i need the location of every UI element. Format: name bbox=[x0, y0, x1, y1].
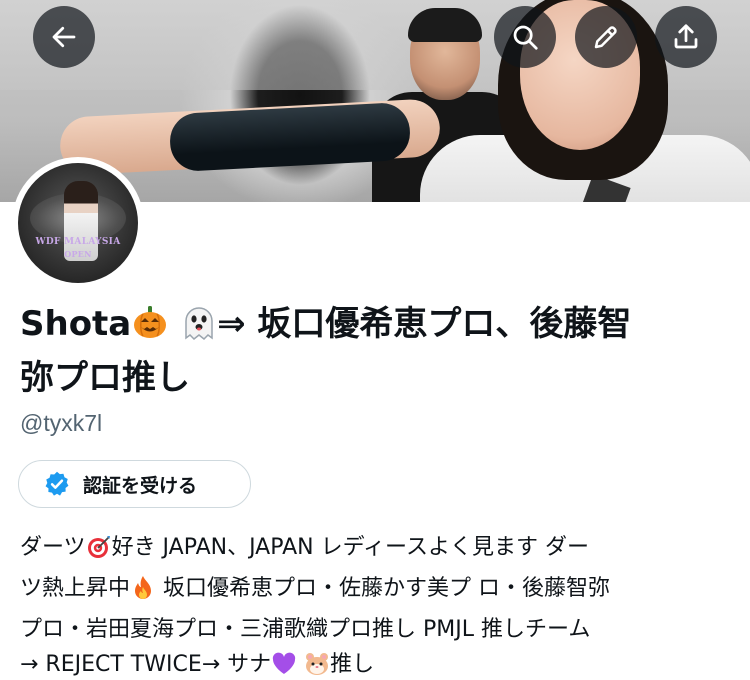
get-verified-button[interactable]: 認証を受ける bbox=[18, 460, 251, 508]
get-verified-label: 認証を受ける bbox=[83, 474, 198, 497]
verified-badge-icon bbox=[45, 471, 69, 496]
avatar-image: WDF MALAYSIA OPEN bbox=[18, 163, 138, 283]
display-name-part1: Shota bbox=[20, 304, 132, 344]
upload-icon bbox=[674, 24, 698, 49]
bio-line-1: ダーツ 好き JAPAN、JAPAN レディースよく見ます ダー bbox=[20, 530, 732, 571]
user-handle: @tyxk7l bbox=[20, 410, 103, 436]
edit-button[interactable] bbox=[575, 6, 637, 68]
avatar-text-line2: OPEN bbox=[64, 249, 92, 259]
display-name-part3: 弥プロ推し bbox=[20, 358, 190, 398]
jack-o-lantern-icon bbox=[131, 303, 169, 354]
bio-line-3: プロ・岩田夏海プロ・三浦歌織プロ推し PMJL 推しチーム bbox=[20, 617, 591, 642]
display-name-part2: ⇒ 坂口優希恵プロ、後藤智 bbox=[217, 304, 632, 344]
search-button[interactable] bbox=[494, 6, 556, 68]
avatar-text-line1: WDF MALAYSIA bbox=[35, 237, 121, 247]
fire-icon bbox=[130, 575, 156, 612]
bio-text: → REJECT TWICE→ サナ bbox=[20, 652, 272, 677]
dart-icon bbox=[86, 534, 112, 571]
banner-background-person-hair bbox=[408, 8, 482, 42]
back-button[interactable] bbox=[33, 6, 95, 68]
bio-text: ダーツ bbox=[20, 535, 86, 560]
bio-text: 坂口優希恵プロ・佐藤かす美プ ロ・後藤智弥 bbox=[156, 576, 611, 601]
display-name: Shota ⇒ 坂口優希恵プロ、後藤智 弥プロ推し bbox=[20, 300, 740, 402]
bio-line-2: ツ熱上昇中 坂口優希恵プロ・佐藤かす美プ ロ・後藤智弥 bbox=[20, 571, 732, 612]
arrow-left-icon bbox=[52, 26, 76, 48]
bio-text: 推し bbox=[330, 652, 375, 677]
bio-line-4: → REJECT TWICE→ サナ 推し bbox=[20, 647, 732, 680]
avatar[interactable]: WDF MALAYSIA OPEN bbox=[12, 157, 144, 289]
purple-heart-icon bbox=[271, 651, 297, 680]
hamster-icon bbox=[304, 651, 330, 680]
ghost-icon bbox=[181, 303, 217, 354]
profile-bio: ダーツ 好き JAPAN、JAPAN レディースよく見ます ダー ツ熱上昇中 坂… bbox=[20, 530, 732, 680]
search-icon bbox=[513, 25, 538, 50]
bio-text: 好き JAPAN、JAPAN レディースよく見ます ダー bbox=[111, 535, 589, 560]
share-button[interactable] bbox=[655, 6, 717, 68]
bio-text: ツ熱上昇中 bbox=[20, 576, 131, 601]
pencil-icon bbox=[594, 26, 617, 49]
